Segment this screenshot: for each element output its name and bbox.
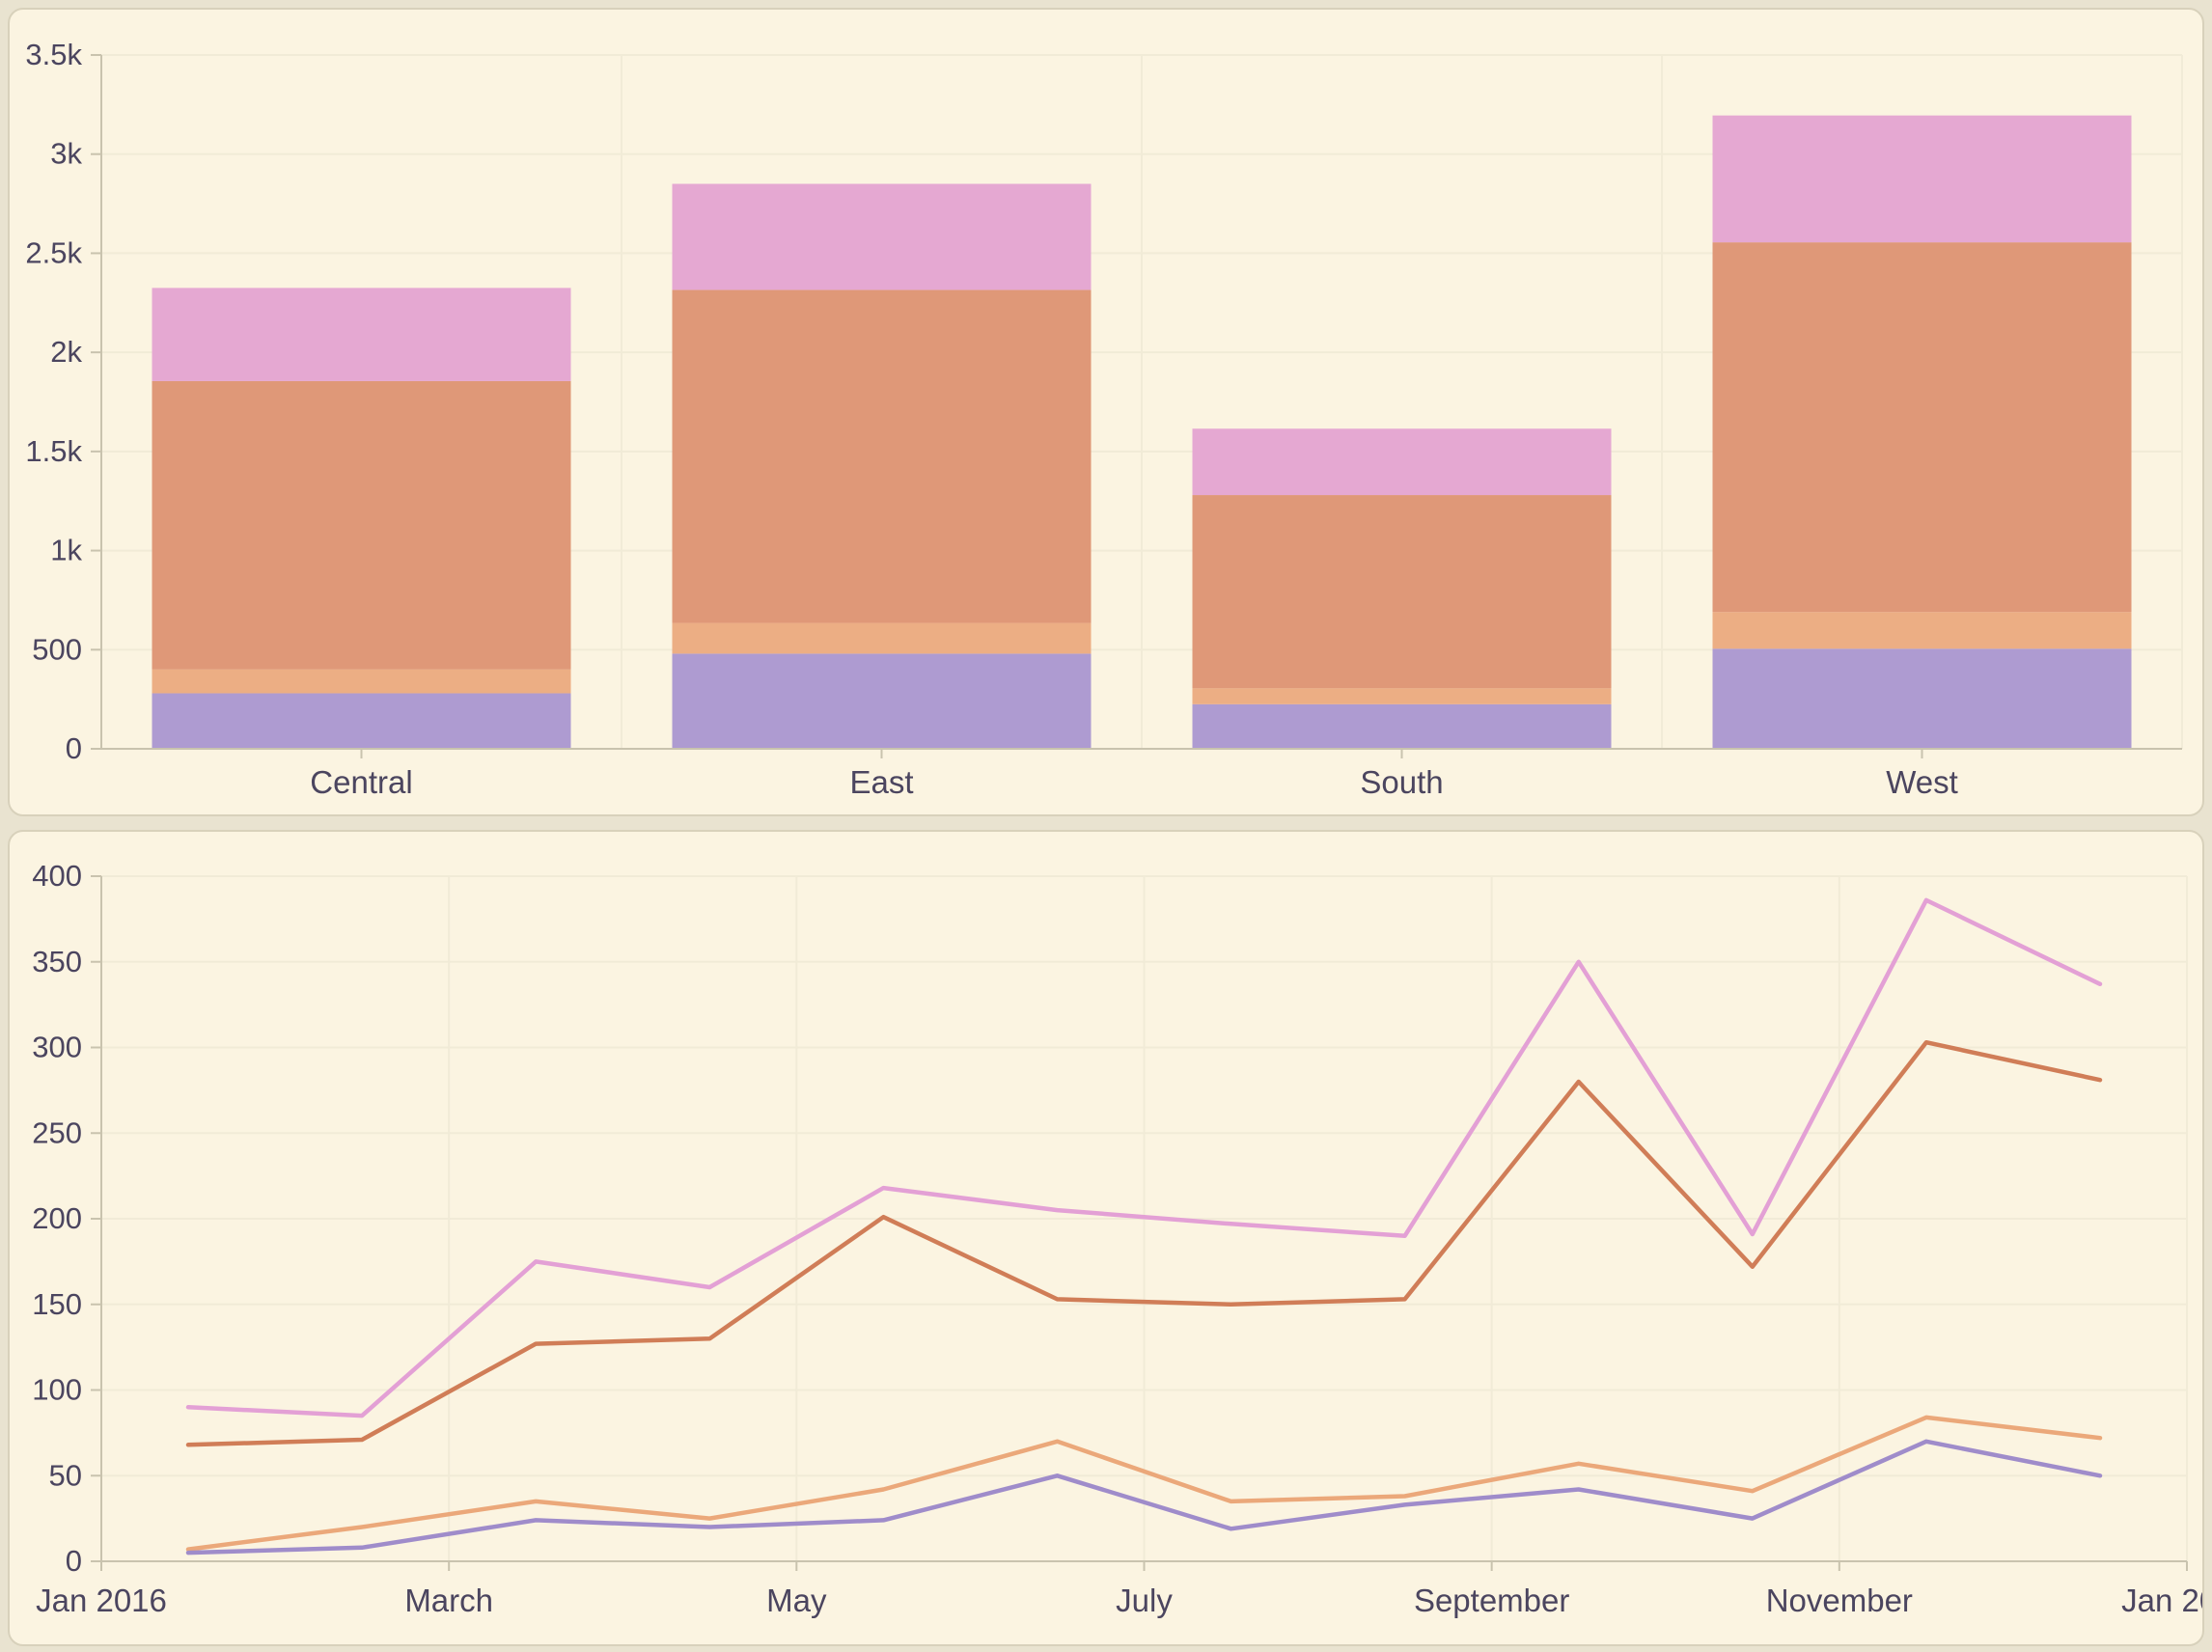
bar-segment-peach-east[interactable] (673, 623, 1092, 654)
bar-segment-salmon-south[interactable] (1193, 495, 1612, 688)
bar-segment-pink-west[interactable] (1713, 116, 2132, 242)
x-tick-label: March (404, 1583, 493, 1618)
y-tick-label: 2.5k (25, 235, 82, 269)
y-tick-label: 250 (32, 1115, 82, 1149)
y-tick-label: 400 (32, 859, 82, 893)
x-tick-label: Jan 2016 (36, 1583, 167, 1618)
bar-segment-peach-west[interactable] (1713, 612, 2132, 648)
bar-segment-purple-south[interactable] (1193, 704, 1612, 749)
bar-segment-purple-central[interactable] (152, 693, 571, 749)
x-tick-label: July (1116, 1583, 1173, 1618)
bar-segment-salmon-east[interactable] (673, 289, 1092, 622)
x-tick-label: Jan 2017 (2121, 1583, 2202, 1618)
bar-segment-peach-south[interactable] (1193, 688, 1612, 703)
y-tick-label: 0 (66, 1544, 82, 1578)
dashboard-page: { "page": { "background_color": "#e9e3d0… (0, 0, 2212, 1652)
x-tick-label: November (1766, 1583, 1913, 1618)
y-tick-label: 100 (32, 1373, 82, 1407)
line-axes: 0 50 100 150 200 250 300 350 400 Jan 2016 March May… (32, 859, 2202, 1618)
y-tick-label: 3k (50, 137, 82, 171)
y-tick-label: 0 (66, 731, 82, 765)
y-tick-label: 2k (50, 335, 82, 369)
bar-segment-purple-west[interactable] (1713, 648, 2132, 749)
stacked-bar-chart[interactable]: 0 500 1k 1.5k 2k 2.5k 3k 3.5k Central East South We… (10, 10, 2202, 814)
bar-segment-salmon-central[interactable] (152, 381, 571, 670)
y-tick-label: 500 (32, 632, 82, 666)
stacked-bar-chart-panel: 0 500 1k 1.5k 2k 2.5k 3k 3.5k Central East South We… (8, 8, 2204, 816)
y-tick-label: 50 (49, 1458, 82, 1492)
y-tick-label: 350 (32, 945, 82, 978)
x-tick-label: September (1414, 1583, 1569, 1618)
x-tick-label: May (766, 1583, 827, 1618)
y-tick-label: 1k (50, 534, 82, 567)
y-tick-label: 3.5k (25, 38, 82, 71)
bar-segment-peach-central[interactable] (152, 670, 571, 694)
y-tick-label: 1.5k (25, 434, 82, 468)
line-chart-panel: 0 50 100 150 200 250 300 350 400 Jan 2016 March May… (8, 830, 2204, 1646)
category-label: West (1886, 764, 1958, 800)
y-tick-label: 150 (32, 1287, 82, 1321)
bar-segment-pink-east[interactable] (673, 184, 1092, 290)
bar-segment-purple-east[interactable] (673, 653, 1092, 749)
line-chart[interactable]: 0 50 100 150 200 250 300 350 400 Jan 2016 March May… (10, 832, 2202, 1644)
category-label: Central (310, 764, 412, 800)
bar-segment-pink-south[interactable] (1193, 428, 1612, 495)
y-tick-label: 200 (32, 1201, 82, 1235)
bar-segment-pink-central[interactable] (152, 288, 571, 381)
category-label: South (1360, 764, 1443, 800)
category-label: East (849, 764, 913, 800)
bar-segment-salmon-west[interactable] (1713, 242, 2132, 612)
y-tick-label: 300 (32, 1031, 82, 1064)
